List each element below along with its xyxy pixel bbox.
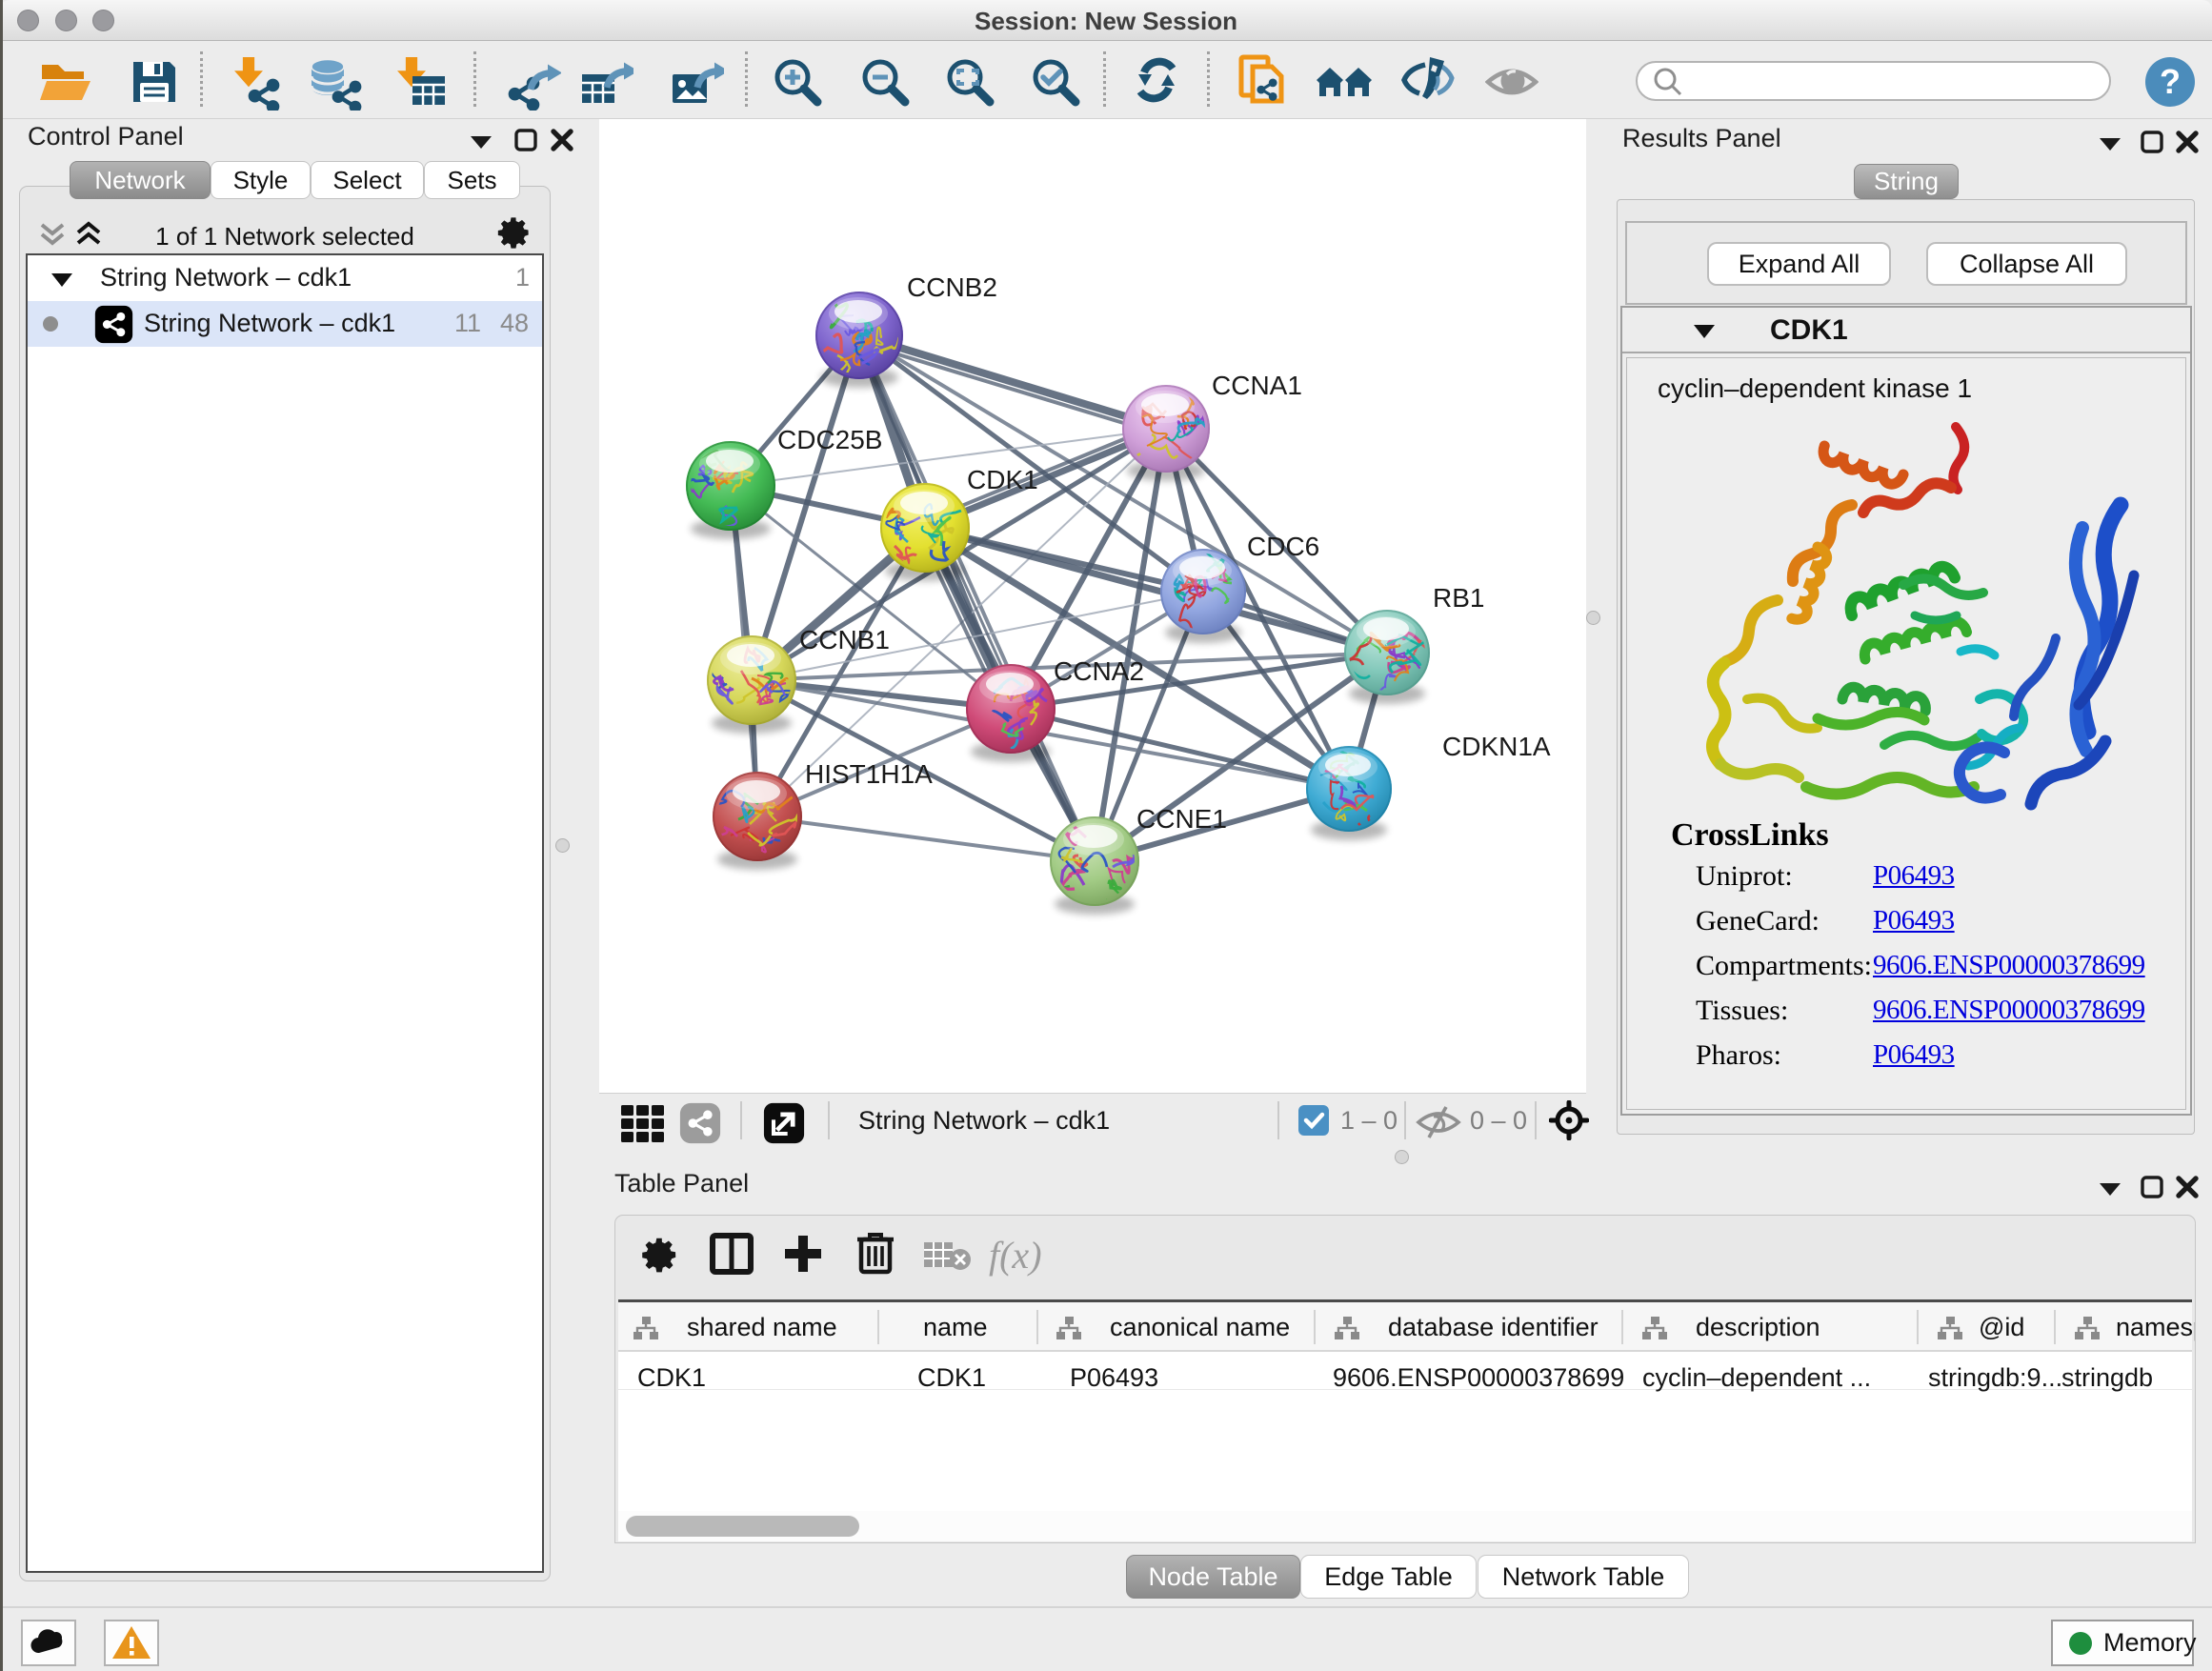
svg-text:RB1: RB1	[1433, 583, 1484, 613]
svg-text:CCNA1: CCNA1	[1212, 371, 1302, 400]
svg-text:CDKN1A: CDKN1A	[1442, 732, 1551, 761]
svg-text:CCNE1: CCNE1	[1136, 804, 1227, 834]
svg-text:CCNA2: CCNA2	[1054, 656, 1144, 686]
svg-text:CCNB2: CCNB2	[907, 272, 997, 302]
svg-text:CDK1: CDK1	[967, 465, 1038, 494]
svg-text:CDC25B: CDC25B	[777, 425, 882, 454]
svg-text:?: ?	[2160, 62, 2181, 101]
svg-text:CDC6: CDC6	[1247, 532, 1319, 561]
svg-text:CCNB1: CCNB1	[799, 625, 890, 654]
svg-text:HIST1H1A: HIST1H1A	[805, 759, 933, 789]
